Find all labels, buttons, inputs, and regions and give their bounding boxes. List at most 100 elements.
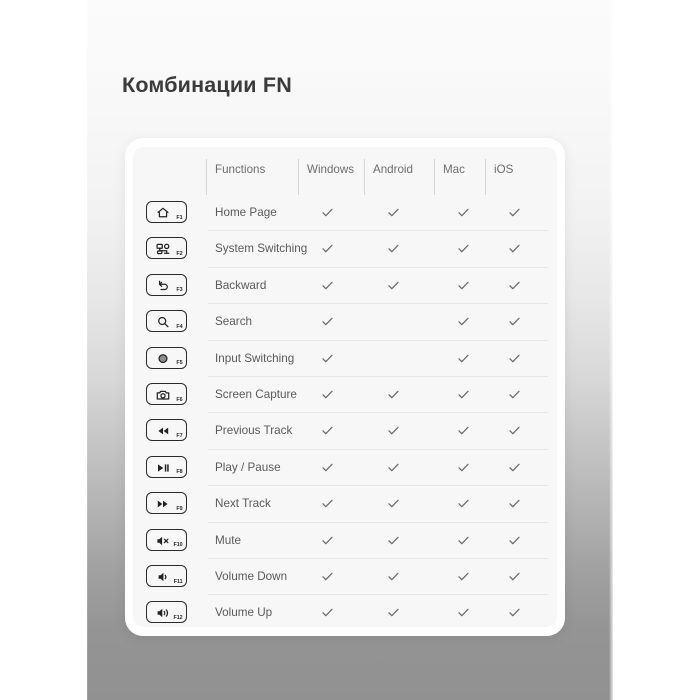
fn-combinations-card: F1 F2 F3 F4 F5 F6 F7 F8 F9 F10 F11 F12 Functions Win… [125,138,565,636]
row-separator [208,485,548,487]
keycap-f1[interactable]: F1 [146,201,187,223]
keycap-f12[interactable]: F12 [146,601,187,624]
page-title: Комбинации FN [122,73,292,97]
row-separator [208,558,548,559]
keycap-f4[interactable]: F4 [146,310,187,333]
row-separator [208,594,548,596]
keycap-fn-label: F5 [176,360,183,367]
header-column-divider-4 [485,159,486,195]
keycap-f2[interactable]: F2 [146,237,187,260]
keycap-f5[interactable]: F5 [146,346,187,369]
keycap-f6[interactable]: F6 [146,383,187,405]
keycap-fn-label: F11 [173,578,183,585]
check-icon-android [386,605,401,620]
check-icon-ios [507,241,522,256]
function-name-label: Screen Capture [215,388,297,401]
check-icon-windows [320,278,335,293]
volume-up-icon [155,605,171,621]
check-icon-mac [456,460,471,475]
play-pause-icon [155,460,171,476]
keycap-f7[interactable]: F7 [146,419,187,442]
table-row: Backward [204,266,557,303]
check-icon-windows [320,423,335,438]
check-icon-ios [507,533,522,548]
table-row: Play / Pause [204,448,557,485]
table-row: Search [204,303,557,339]
volume-down-icon [155,569,171,585]
previous-track-icon [155,423,171,439]
table-row: Previous Track [204,412,557,448]
function-name-label: Input Switching [215,351,295,365]
check-icon-ios [507,605,522,620]
check-icon-ios [507,387,522,402]
check-icon-android [386,205,401,220]
check-icon-mac [456,205,471,220]
check-icon-mac [456,605,471,620]
input-source-icon [155,351,171,367]
fn-table: Functions Windows Android Mac iOS Home Page S… [204,147,557,627]
table-header-row: Functions Windows Android Mac iOS [204,147,557,195]
table-row: Volume Down [204,558,557,594]
column-header-windows: Windows [307,163,355,176]
keycap-fn-label: F1 [176,214,183,221]
keycap-fn-label: F4 [176,323,183,330]
check-icon-android [386,569,401,584]
function-name-label: Next Track [215,497,271,511]
keycap-f10[interactable]: F10 [146,528,187,551]
check-icon-ios [507,423,522,438]
function-name-label: Backward [215,278,267,292]
task-switch-icon [155,241,171,257]
check-icon-windows [320,314,335,329]
check-icon-windows [320,241,335,256]
check-icon-windows [320,496,335,511]
check-icon-mac [456,533,471,548]
table-row: Next Track [204,485,557,521]
function-name-label: Home Page [215,206,277,219]
row-separator [208,412,548,414]
check-icon-windows [320,533,335,548]
header-column-divider-2 [364,159,365,195]
check-icon-mac [456,496,471,511]
table-row: Volume Up [204,594,557,630]
keycap-fn-label: F12 [173,614,183,621]
function-name-label: Search [215,315,253,329]
check-icon-android [386,496,401,511]
back-arrow-icon [155,278,171,294]
check-icon-mac [456,351,471,366]
keycap-fn-label: F10 [173,542,183,549]
check-icon-mac [456,387,471,402]
check-icon-mac [456,241,471,256]
check-icon-windows [320,205,335,220]
check-icon-windows [320,351,335,366]
keycap-f3[interactable]: F3 [146,273,187,296]
check-icon-ios [507,496,522,511]
search-icon [155,314,171,330]
function-name-label: System Switching [215,242,308,256]
row-separator [208,339,548,341]
row-separator [208,448,548,450]
check-icon-windows [320,569,335,584]
check-icon-windows [320,387,335,402]
keycap-f11[interactable]: F11 [146,565,187,587]
screenshot-root: Комбинации FN F1 F2 F3 F4 F5 F6 F7 F8 F9 F10 F11 F1… [0,0,700,700]
keycap-f9[interactable]: F9 [146,492,187,515]
check-icon-android [386,278,401,293]
check-icon-mac [456,278,471,293]
keycap-fn-label: F7 [176,432,183,439]
check-icon-ios [507,569,522,584]
table-row: Screen Capture [204,376,557,412]
card-inner-panel: F1 F2 F3 F4 F5 F6 F7 F8 F9 F10 F11 F12 Functions Win… [133,147,557,627]
keycap-fn-label: F9 [176,505,183,512]
keycap-f8[interactable]: F8 [146,455,187,478]
row-separator [208,230,548,232]
next-track-icon [155,496,171,512]
column-header-mac: Mac [443,163,465,176]
check-icon-mac [456,423,471,438]
check-icon-ios [507,278,522,293]
check-icon-android [386,387,401,402]
header-column-divider-3 [434,159,435,195]
table-row: Home Page [204,194,557,230]
function-name-label: Mute [215,533,241,547]
row-separator [208,376,548,377]
function-name-label: Previous Track [215,424,293,438]
